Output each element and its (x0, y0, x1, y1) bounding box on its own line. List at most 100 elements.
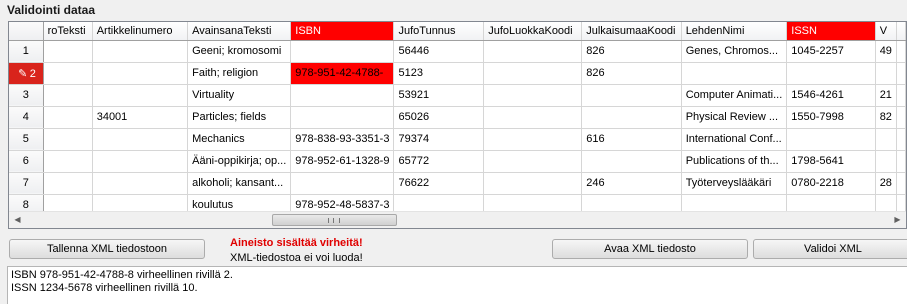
row-header[interactable]: 6 (9, 150, 44, 173)
table-cell[interactable] (483, 84, 583, 107)
row-header[interactable]: 4 (9, 106, 44, 129)
validate-xml-button[interactable]: Validoi XML (753, 239, 907, 259)
table-cell[interactable] (92, 84, 189, 107)
table-cell[interactable] (290, 84, 395, 107)
table-cell[interactable]: Particles; fields (187, 106, 292, 129)
table-cell[interactable]: 28 (875, 172, 898, 195)
table-cell[interactable] (483, 150, 583, 173)
table-cell[interactable] (875, 62, 898, 85)
column-header[interactable]: JufoTunnus (393, 22, 485, 41)
table-cell[interactable]: 826 (581, 62, 682, 85)
table-cell[interactable]: 79374 (393, 128, 485, 151)
column-header[interactable]: ISBN (290, 22, 395, 41)
table-cell[interactable] (43, 84, 93, 107)
table-cell[interactable] (290, 40, 395, 63)
table-cell[interactable]: 56446 (393, 40, 485, 63)
table-cell[interactable]: 826 (581, 40, 682, 63)
column-header[interactable]: ISSN (786, 22, 876, 41)
table-row[interactable]: 1 Geeni; kromosomi 56446 826 Genes, Chromos.… (9, 40, 906, 63)
table-cell[interactable] (875, 128, 898, 151)
table-cell[interactable] (92, 128, 189, 151)
table-cell[interactable] (483, 40, 583, 63)
table-cell[interactable]: alkoholi; kansant... (187, 172, 292, 195)
table-cell[interactable]: 978-951-42-4788- (290, 62, 395, 85)
column-header[interactable]: Artikkelinumero (92, 22, 189, 41)
table-cell[interactable] (483, 172, 583, 195)
table-cell[interactable]: Publications of th... (681, 150, 788, 173)
table-cell[interactable] (581, 84, 682, 107)
table-cell[interactable]: 76622 (393, 172, 485, 195)
table-cell[interactable]: Computer Animati... (681, 84, 788, 107)
table-cell[interactable] (483, 128, 583, 151)
scrollbar-thumb[interactable] (272, 214, 397, 226)
table-cell[interactable] (43, 40, 93, 63)
table-cell[interactable]: 21 (875, 84, 898, 107)
data-grid[interactable]: roTeksti Artikkelinumero AvainsanaTeksti IS… (8, 21, 907, 229)
column-header[interactable]: JufoLuokkaKoodi (483, 22, 583, 41)
row-header[interactable]: 3 (9, 84, 44, 107)
table-cell[interactable] (43, 150, 93, 173)
table-cell[interactable] (483, 62, 583, 85)
table-cell[interactable]: 0780-2218 (786, 172, 876, 195)
table-cell[interactable] (43, 172, 93, 195)
table-cell[interactable]: 978-952-61-1328-9 (290, 150, 395, 173)
save-xml-button[interactable]: Tallenna XML tiedostoon (9, 239, 205, 259)
table-cell[interactable]: 5123 (393, 62, 485, 85)
table-cell[interactable] (786, 62, 876, 85)
row-header[interactable]: 5 (9, 128, 44, 151)
table-cell[interactable]: Physical Review ... (681, 106, 788, 129)
table-cell[interactable] (92, 40, 189, 63)
table-cell[interactable] (92, 150, 189, 173)
table-cell[interactable] (581, 150, 682, 173)
table-cell[interactable]: Geeni; kromosomi (187, 40, 292, 63)
column-header[interactable]: roTeksti (43, 22, 93, 41)
table-cell[interactable]: Mechanics (187, 128, 292, 151)
table-cell[interactable] (92, 172, 189, 195)
table-cell[interactable]: Faith; religion (187, 62, 292, 85)
table-cell[interactable] (875, 150, 898, 173)
table-cell[interactable]: 1550-7998 (786, 106, 876, 129)
table-cell[interactable] (581, 106, 682, 129)
table-row[interactable]: 4 34001 Particles; fields 65026 Physical Rev… (9, 106, 906, 129)
table-cell[interactable] (43, 106, 93, 129)
open-xml-button[interactable]: Avaa XML tiedosto (552, 239, 748, 259)
table-cell[interactable]: 1045-2257 (786, 40, 876, 63)
table-row[interactable]: 7 alkoholi; kansant... 76622 246 Työterveysl… (9, 172, 906, 195)
table-cell[interactable] (290, 106, 395, 129)
validation-log[interactable]: ISBN 978-951-42-4788-8 virheellinen rivi… (7, 266, 907, 304)
table-cell[interactable]: 82 (875, 106, 898, 129)
table-cell[interactable]: Työterveyslääkäri (681, 172, 788, 195)
table-row[interactable]: 5 Mechanics 978-838-93-3351-3 79374 616 Inter… (9, 128, 906, 151)
column-header[interactable]: AvainsanaTeksti (187, 22, 292, 41)
column-header[interactable]: LehdenNimi (681, 22, 788, 41)
table-cell[interactable] (92, 62, 189, 85)
horizontal-scrollbar[interactable]: ◀ ▶ (9, 211, 906, 228)
table-cell[interactable]: 978-838-93-3351-3 (290, 128, 395, 151)
table-row[interactable]: ✎ 2 Faith; religion 978-951-42-4788- 5123 826 (9, 62, 906, 85)
table-cell[interactable]: Virtuality (187, 84, 292, 107)
table-cell[interactable]: 1546-4261 (786, 84, 876, 107)
table-cell[interactable]: 616 (581, 128, 682, 151)
table-cell[interactable] (786, 128, 876, 151)
table-cell[interactable]: International Conf... (681, 128, 788, 151)
table-cell[interactable] (43, 128, 93, 151)
corner-header[interactable] (9, 22, 44, 41)
table-cell[interactable]: 246 (581, 172, 682, 195)
table-cell[interactable]: 34001 (92, 106, 189, 129)
table-cell[interactable] (43, 62, 93, 85)
row-header[interactable]: 1 (9, 40, 44, 63)
table-cell[interactable]: 65772 (393, 150, 485, 173)
table-cell[interactable]: 65026 (393, 106, 485, 129)
scroll-left-arrow-icon[interactable]: ◀ (9, 212, 26, 228)
row-header[interactable]: 7 (9, 172, 44, 195)
column-header[interactable]: JulkaisumaaKoodi (581, 22, 682, 41)
table-row[interactable]: 6 Ääni-oppikirja; op... 978-952-61-1328-9 6… (9, 150, 906, 173)
table-row[interactable]: 3 Virtuality 53921 Computer Animati... 1546-… (9, 84, 906, 107)
table-cell[interactable] (483, 106, 583, 129)
scroll-right-arrow-icon[interactable]: ▶ (889, 212, 906, 228)
table-cell[interactable] (681, 62, 788, 85)
row-header[interactable]: ✎ 2 (9, 62, 44, 85)
table-cell[interactable]: Ääni-oppikirja; op... (187, 150, 292, 173)
table-cell[interactable]: 53921 (393, 84, 485, 107)
table-cell[interactable]: 49 (875, 40, 898, 63)
